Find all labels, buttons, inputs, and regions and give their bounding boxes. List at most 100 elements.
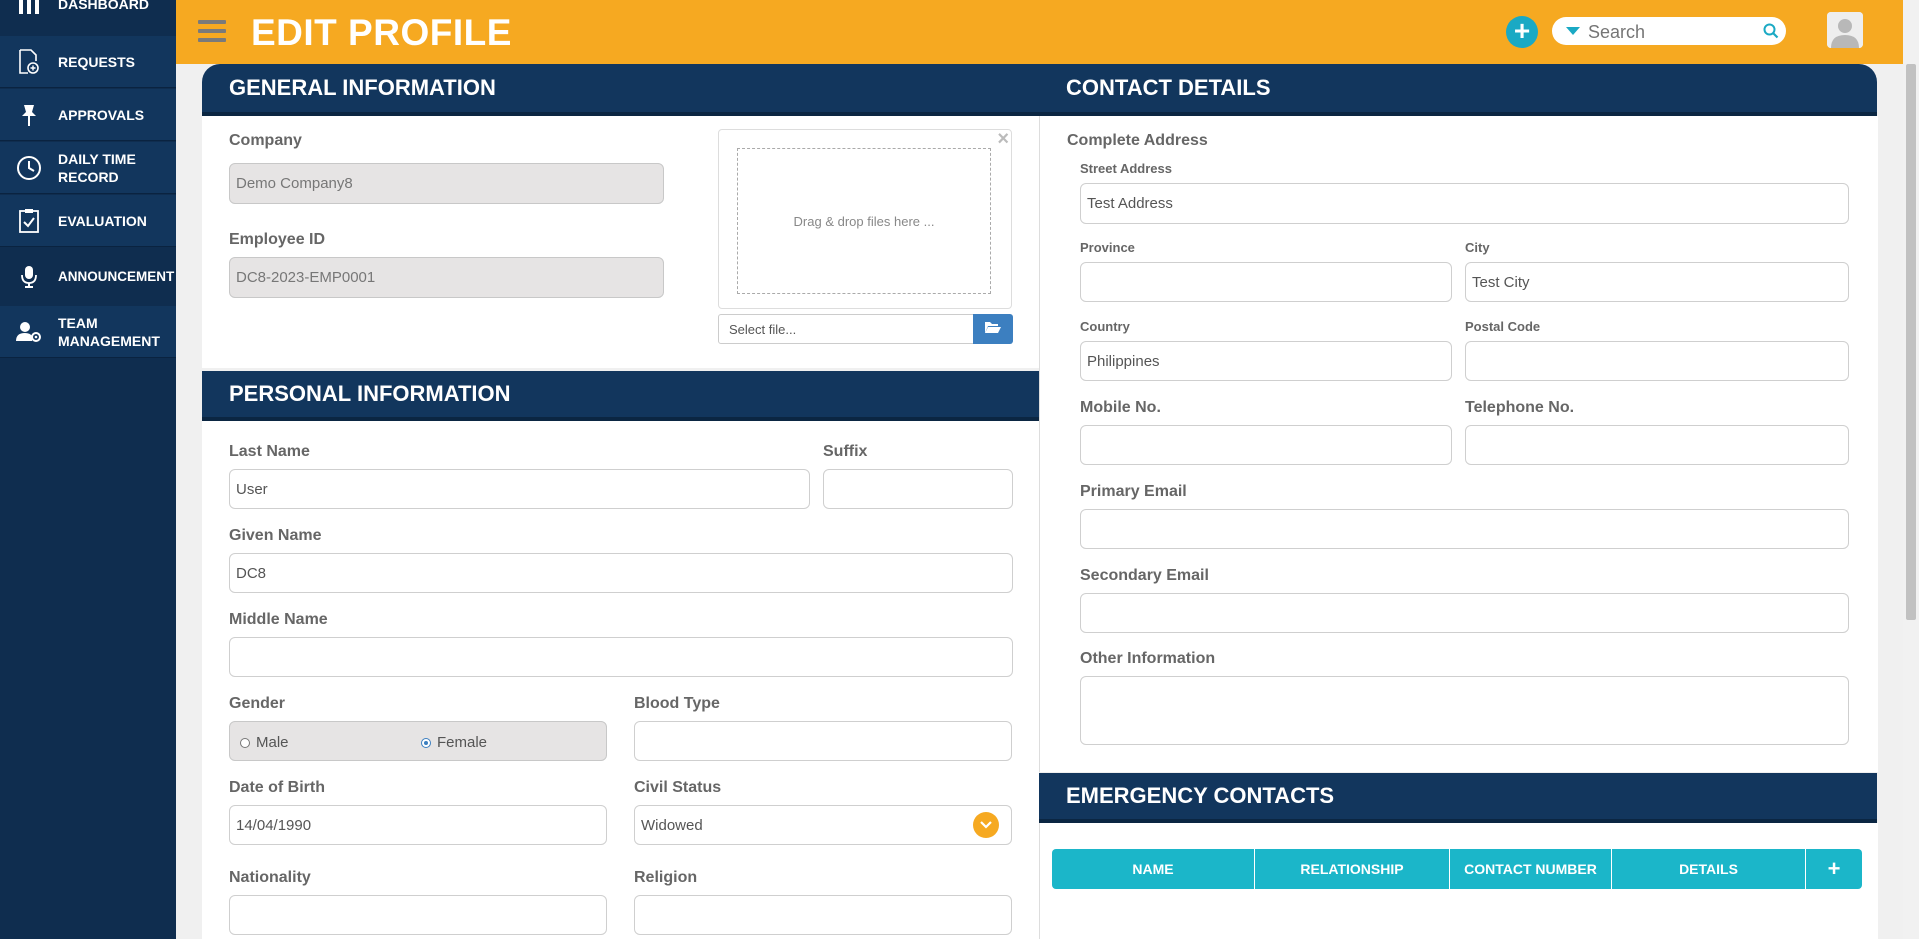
given-name-label: Given Name bbox=[229, 527, 322, 544]
column-header-relationship[interactable]: RELATIONSHIP bbox=[1255, 849, 1450, 889]
request-document-icon bbox=[0, 48, 58, 75]
blood-type-field[interactable] bbox=[634, 721, 1012, 761]
sidebar-item-dashboard[interactable]: DASHBOARD bbox=[0, 0, 176, 17]
civil-status-value: Widowed bbox=[641, 816, 703, 834]
postal-code-field[interactable] bbox=[1465, 341, 1849, 381]
sidebar-item-label: REQUESTS bbox=[58, 53, 136, 70]
contact-details-header: CONTACT DETAILS bbox=[1039, 64, 1877, 116]
search-input[interactable] bbox=[1586, 19, 1760, 45]
file-path-input[interactable]: Select file... bbox=[718, 314, 974, 344]
sidebar-item-announcement[interactable]: ANNOUNCEMENT bbox=[0, 251, 176, 303]
checklist-icon bbox=[0, 208, 58, 234]
sidebar-item-label: APPROVALS bbox=[58, 106, 145, 123]
gender-male-radio[interactable]: Male bbox=[240, 734, 289, 751]
complete-address-label: Complete Address bbox=[1067, 132, 1208, 149]
street-address-label: Street Address bbox=[1080, 161, 1172, 176]
section-title: GENERAL INFORMATION bbox=[229, 75, 496, 100]
given-name-field[interactable]: DC8 bbox=[229, 553, 1013, 593]
postal-code-label: Postal Code bbox=[1465, 319, 1541, 334]
file-upload-area: × Drag & drop files here ... bbox=[718, 128, 1012, 309]
folder-open-icon bbox=[984, 320, 1002, 339]
avatar[interactable] bbox=[1827, 12, 1863, 48]
company-field[interactable]: Demo Company8 bbox=[229, 163, 664, 204]
sidebar-item-label: TEAM MANAGEMENT bbox=[58, 314, 160, 349]
sidebar-item-label: DASHBOARD bbox=[58, 0, 149, 12]
sidebar-item-label: EVALUATION bbox=[58, 212, 147, 229]
browse-file-button[interactable] bbox=[973, 314, 1013, 344]
sidebar-item-daily-time-record[interactable]: DAILY TIME RECORD bbox=[0, 142, 176, 194]
section-title: PERSONAL INFORMATION bbox=[229, 381, 511, 406]
sidebar-item-evaluation[interactable]: EVALUATION bbox=[0, 195, 176, 247]
secondary-email-field[interactable] bbox=[1080, 593, 1849, 633]
gender-radio-group: Male Female bbox=[229, 721, 607, 761]
last-name-label: Last Name bbox=[229, 443, 310, 460]
secondary-email-label: Secondary Email bbox=[1080, 567, 1209, 584]
section-title: CONTACT DETAILS bbox=[1066, 75, 1271, 100]
company-label: Company bbox=[229, 132, 302, 149]
suffix-field[interactable] bbox=[823, 469, 1013, 509]
add-button[interactable]: + bbox=[1506, 16, 1538, 48]
sidebar-item-approvals[interactable]: APPROVALS bbox=[0, 89, 176, 141]
microphone-icon bbox=[0, 265, 58, 289]
date-of-birth-field[interactable]: 14/04/1990 bbox=[229, 805, 607, 845]
add-emergency-contact-button[interactable]: + bbox=[1806, 849, 1862, 889]
close-icon[interactable]: × bbox=[997, 128, 1009, 151]
search-box bbox=[1552, 17, 1786, 45]
suffix-label: Suffix bbox=[823, 443, 868, 460]
top-bar: EDIT PROFILE + bbox=[176, 0, 1903, 64]
emergency-contacts-header: EMERGENCY CONTACTS bbox=[1039, 773, 1877, 823]
search-filter-dropdown-icon[interactable] bbox=[1566, 27, 1580, 35]
last-name-field[interactable]: User bbox=[229, 469, 810, 509]
religion-label: Religion bbox=[634, 869, 698, 886]
column-header-contact-number[interactable]: CONTACT NUMBER bbox=[1450, 849, 1612, 889]
mobile-field[interactable] bbox=[1080, 425, 1452, 465]
primary-email-field[interactable] bbox=[1080, 509, 1849, 549]
radio-button-selected[interactable] bbox=[421, 737, 431, 748]
other-information-label: Other Information bbox=[1080, 650, 1216, 667]
country-field[interactable]: Philippines bbox=[1080, 341, 1452, 381]
hamburger-menu-icon[interactable] bbox=[198, 20, 226, 44]
page-title: EDIT PROFILE bbox=[251, 12, 512, 53]
clock-icon bbox=[0, 155, 58, 181]
province-field[interactable] bbox=[1080, 262, 1452, 302]
telephone-field[interactable] bbox=[1465, 425, 1849, 465]
employee-id-field[interactable]: DC8-2023-EMP0001 bbox=[229, 257, 664, 298]
civil-status-label: Civil Status bbox=[634, 779, 722, 796]
civil-status-select[interactable]: Widowed bbox=[634, 805, 1012, 845]
column-header-details[interactable]: DETAILS bbox=[1612, 849, 1806, 889]
gender-female-radio[interactable]: Female bbox=[421, 734, 487, 751]
country-label: Country bbox=[1080, 319, 1130, 334]
city-field[interactable]: Test City bbox=[1465, 262, 1849, 302]
blood-type-label: Blood Type bbox=[634, 695, 720, 712]
dashboard-icon bbox=[0, 0, 58, 17]
middle-name-field[interactable] bbox=[229, 637, 1013, 677]
sidebar-item-requests[interactable]: REQUESTS bbox=[0, 36, 176, 88]
sidebar-item-label: ANNOUNCEMENT bbox=[58, 269, 175, 284]
nationality-field[interactable] bbox=[229, 895, 607, 935]
user-gear-icon bbox=[0, 321, 58, 343]
file-dropzone[interactable]: Drag & drop files here ... bbox=[737, 148, 991, 294]
primary-email-label: Primary Email bbox=[1080, 483, 1187, 500]
pushpin-icon bbox=[0, 103, 58, 127]
gender-label: Gender bbox=[229, 695, 286, 712]
employee-id-label: Employee ID bbox=[229, 231, 326, 248]
column-header-name[interactable]: NAME bbox=[1052, 849, 1255, 889]
scrollbar-thumb[interactable] bbox=[1906, 64, 1916, 620]
radio-label: Female bbox=[437, 734, 488, 751]
radio-button[interactable] bbox=[240, 737, 250, 748]
general-information-header: GENERAL INFORMATION bbox=[202, 64, 1039, 116]
emergency-contacts-table-header: NAME RELATIONSHIP CONTACT NUMBER DETAILS… bbox=[1052, 849, 1862, 889]
street-address-field[interactable]: Test Address bbox=[1080, 183, 1849, 224]
chevron-down-icon[interactable] bbox=[973, 812, 999, 838]
nationality-label: Nationality bbox=[229, 869, 311, 886]
sidebar-item-team-management[interactable]: TEAM MANAGEMENT bbox=[0, 306, 176, 358]
other-information-textarea[interactable] bbox=[1080, 676, 1849, 745]
province-label: Province bbox=[1080, 240, 1135, 255]
mobile-label: Mobile No. bbox=[1080, 399, 1161, 416]
telephone-label: Telephone No. bbox=[1465, 399, 1575, 416]
search-icon[interactable] bbox=[1763, 23, 1779, 44]
section-title: EMERGENCY CONTACTS bbox=[1066, 783, 1335, 808]
sidebar: DASHBOARD REQUESTS APPROVALS DAILY TIME … bbox=[0, 0, 176, 939]
religion-field[interactable] bbox=[634, 895, 1012, 935]
sidebar-item-label: DAILY TIME RECORD bbox=[58, 150, 136, 185]
